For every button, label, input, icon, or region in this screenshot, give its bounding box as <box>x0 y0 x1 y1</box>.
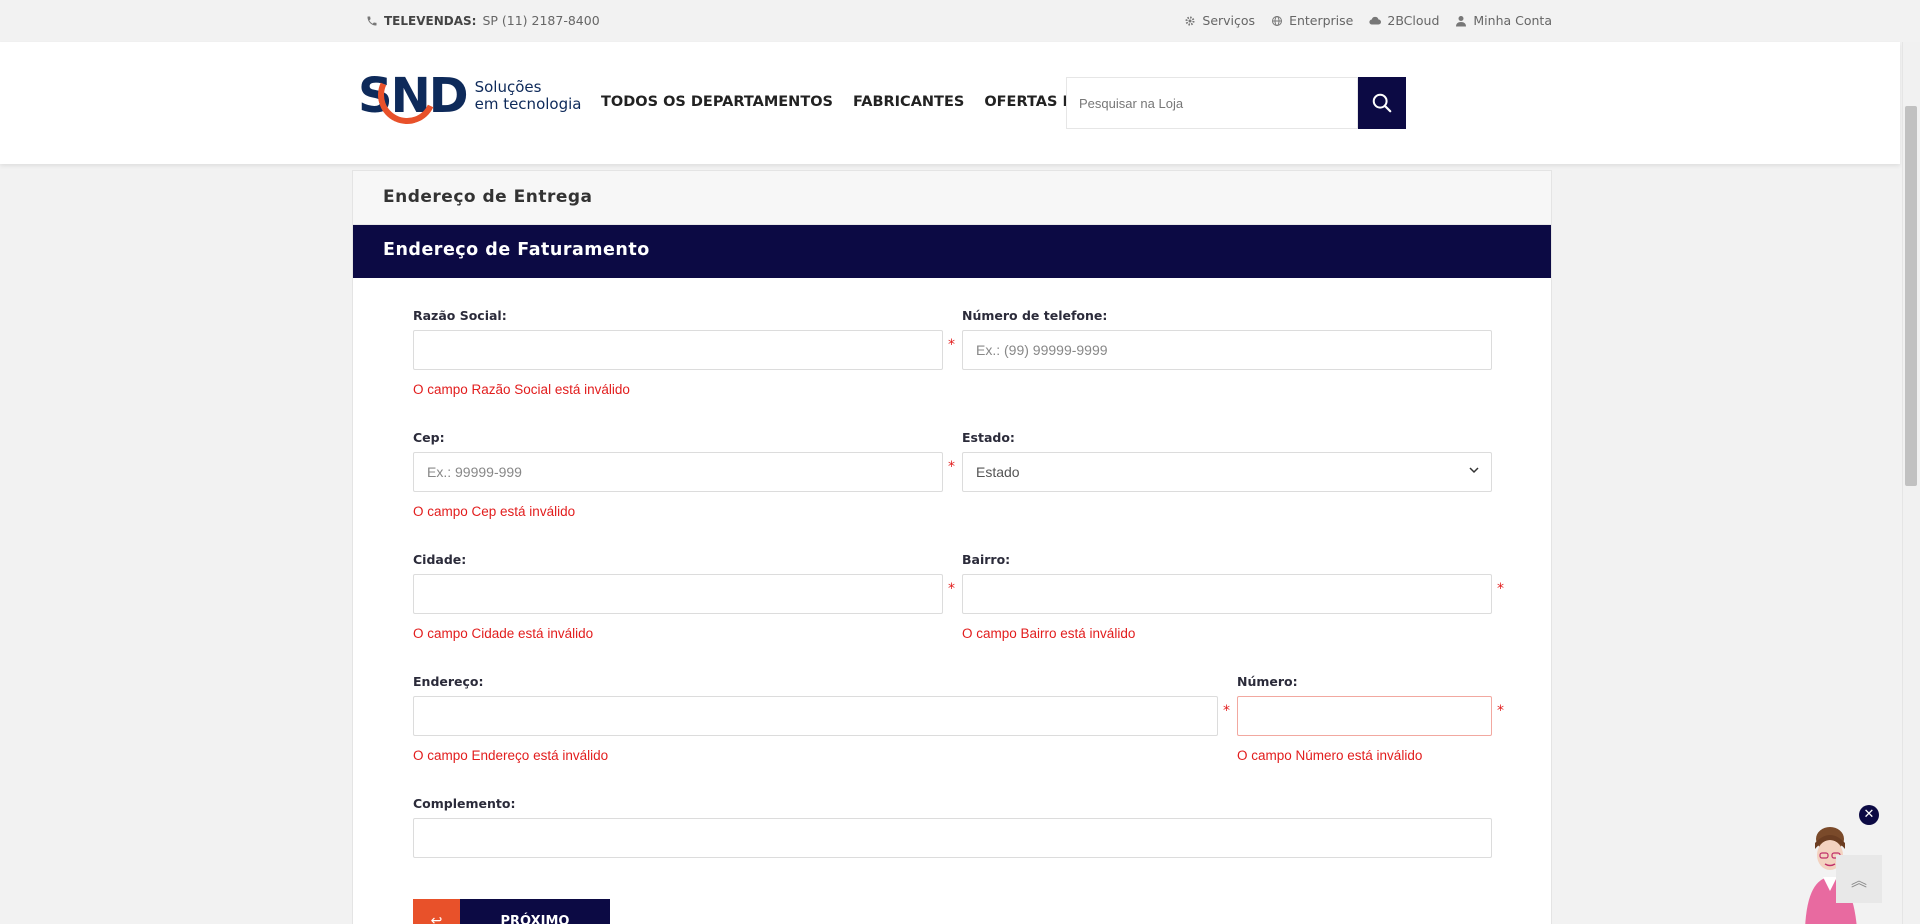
endereco-input[interactable] <box>413 696 1218 736</box>
form-actions: ↩ PRÓXIMO <box>413 899 610 924</box>
required-mark: * <box>948 459 955 475</box>
next-button[interactable]: PRÓXIMO <box>460 899 610 924</box>
phone-info: TELEVENDAS: SP (11) 2187-8400 <box>366 13 600 28</box>
scroll-to-top-button[interactable]: ︽ <box>1836 855 1882 903</box>
logo-tagline: Soluções em tecnologia <box>475 79 582 113</box>
cidade-field: Cidade: * O campo Cidade está inválido <box>413 552 955 641</box>
numero-input[interactable] <box>1237 696 1492 736</box>
complemento-field: Complemento: <box>413 796 1492 858</box>
nav-manufacturers[interactable]: FABRICANTES <box>853 94 964 110</box>
cloud-icon <box>1369 16 1382 25</box>
main-nav: TODOS OS DEPARTAMENTOS FABRICANTES OFERT… <box>601 94 1121 110</box>
cep-field: Cep: * O campo Cep está inválido <box>413 430 955 519</box>
logo-tagline-2: em tecnologia <box>474 95 582 113</box>
numero-label: Número: <box>1237 674 1298 689</box>
bairro-field: Bairro: * O campo Bairro está inválido <box>962 552 1504 641</box>
numero-field: Número: * O campo Número está inválido <box>1237 674 1504 763</box>
estado-label: Estado: <box>962 430 1015 445</box>
billing-section-header[interactable]: Endereço de Faturamento <box>353 225 1551 278</box>
checkout-card: Endereço de Entrega Endereço de Faturame… <box>352 170 1552 924</box>
shipping-section-header[interactable]: Endereço de Entrega <box>353 171 1551 225</box>
estado-select[interactable]: Estado <box>962 452 1492 492</box>
required-mark: * <box>1497 703 1504 719</box>
cidade-input[interactable] <box>413 574 943 614</box>
bairro-error: O campo Bairro está inválido <box>962 626 1136 641</box>
endereco-error: O campo Endereço está inválido <box>413 748 609 763</box>
scrollbar-thumb[interactable] <box>1905 106 1917 486</box>
account-label: Minha Conta <box>1473 13 1552 28</box>
account-link[interactable]: Minha Conta <box>1455 13 1552 28</box>
top-bar: TELEVENDAS: SP (11) 2187-8400 Serviços E… <box>0 0 1900 42</box>
razao-social-error: O campo Razão Social está inválido <box>413 382 630 397</box>
logo-tagline-1: Soluções <box>474 78 542 96</box>
services-label: Serviços <box>1202 13 1256 28</box>
search-icon <box>1372 93 1392 113</box>
required-mark: * <box>948 337 955 353</box>
required-mark: * <box>1223 703 1230 719</box>
required-mark: * <box>1497 581 1504 597</box>
cloud-label: 2BCloud <box>1387 13 1440 28</box>
search-bar <box>1066 77 1406 129</box>
phone-input[interactable] <box>962 330 1492 370</box>
razao-social-label: Razão Social: <box>413 308 507 323</box>
logo[interactable]: SND Soluções em tecnologia <box>358 57 582 133</box>
phone-label: TELEVENDAS: <box>384 13 477 28</box>
required-mark: * <box>948 581 955 597</box>
razao-social-input[interactable] <box>413 330 943 370</box>
cep-label: Cep: <box>413 430 445 445</box>
globe-icon <box>1272 15 1283 26</box>
back-button[interactable]: ↩ <box>413 899 460 924</box>
bairro-label: Bairro: <box>962 552 1011 567</box>
top-links: Serviços Enterprise 2BCloud Minha Conta <box>1184 13 1552 28</box>
cidade-error: O campo Cidade está inválido <box>413 626 594 641</box>
cloud-link[interactable]: 2BCloud <box>1369 13 1439 28</box>
estado-field: Estado: Estado <box>962 430 1492 492</box>
logo-mark: SND <box>358 57 469 133</box>
complemento-input[interactable] <box>413 818 1492 858</box>
razao-social-field: Razão Social: * O campo Razão Social est… <box>413 308 955 397</box>
cep-input[interactable] <box>413 452 943 492</box>
search-button[interactable] <box>1358 77 1406 129</box>
phone-icon <box>367 16 377 25</box>
endereco-label: Endereço: <box>413 674 484 689</box>
cep-error: O campo Cep está inválido <box>413 504 576 519</box>
user-icon <box>1456 15 1467 26</box>
phone-field-label: Número de telefone: <box>962 308 1108 323</box>
gear-icon <box>1185 16 1195 25</box>
main-header: SND Soluções em tecnologia TODOS OS DEPA… <box>0 42 1900 164</box>
bairro-input[interactable] <box>962 574 1492 614</box>
search-input[interactable] <box>1066 77 1358 129</box>
chat-close-button[interactable]: ✕ <box>1859 805 1879 825</box>
enterprise-label: Enterprise <box>1289 13 1354 28</box>
phone-field: Número de telefone: <box>962 308 1492 370</box>
nav-departments[interactable]: TODOS OS DEPARTAMENTOS <box>601 94 833 110</box>
cidade-label: Cidade: <box>413 552 467 567</box>
endereco-field: Endereço: * O campo Endereço está inváli… <box>413 674 1230 763</box>
phone-number: SP (11) 2187-8400 <box>482 13 600 28</box>
enterprise-link[interactable]: Enterprise <box>1271 13 1353 28</box>
complemento-label: Complemento: <box>413 796 516 811</box>
numero-error: O campo Número está inválido <box>1237 748 1423 763</box>
chevron-down-icon <box>1469 467 1479 474</box>
services-link[interactable]: Serviços <box>1184 13 1255 28</box>
